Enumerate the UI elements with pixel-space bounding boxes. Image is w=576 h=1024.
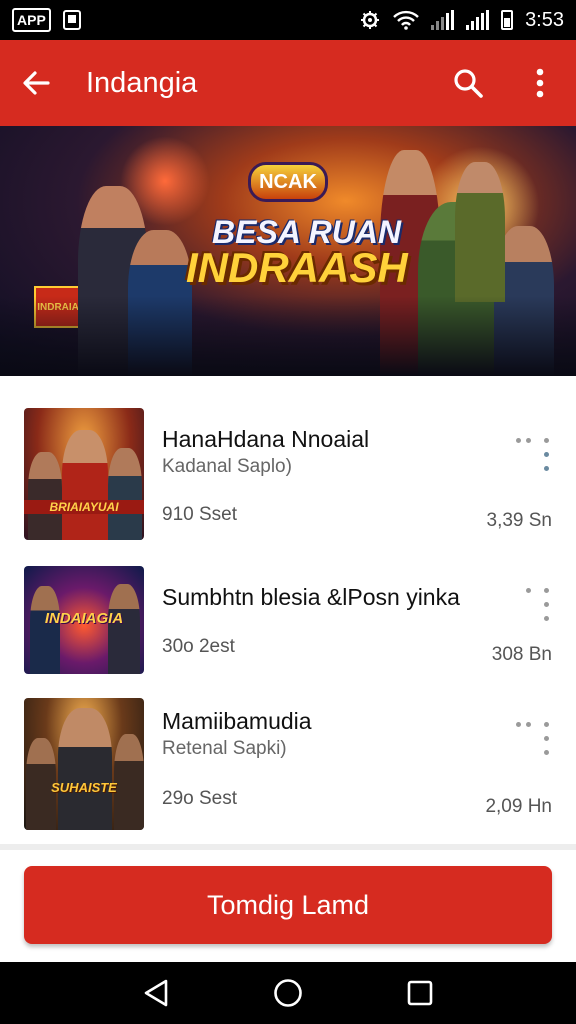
list-item[interactable]: BRIAIAYUAI HanaHdana Nnoaial Kadanal Sap… — [0, 386, 576, 540]
list-item[interactable]: SUHAISTE Mamiibamudia Retenal Sapki) 29o… — [0, 698, 576, 830]
app-badge-icon: APP — [12, 8, 51, 32]
more-vertical-icon — [536, 68, 544, 98]
search-button[interactable] — [432, 40, 504, 126]
game-list: BRIAIAYUAI HanaHdana Nnoaial Kadanal Sap… — [0, 386, 576, 844]
nav-recents-button[interactable] — [390, 962, 450, 1024]
signal-icon — [466, 10, 490, 30]
item-subtitle: Kadanal Saplo) — [162, 456, 292, 477]
list-item[interactable]: INDAIAGIA Sumbhtn blesia &lPosn yinka 30… — [0, 562, 576, 674]
item-title: Mamiibamudia — [162, 708, 312, 734]
wifi-icon — [393, 10, 419, 30]
page-title: Indangia — [86, 66, 198, 99]
back-button[interactable] — [0, 40, 72, 126]
item-more-button[interactable] — [514, 588, 554, 634]
signal-icon — [431, 10, 455, 30]
alarm-icon — [361, 11, 380, 29]
battery-icon — [501, 10, 514, 30]
item-size: 3,39 Sn — [486, 510, 553, 531]
nav-home-button[interactable] — [258, 962, 318, 1024]
recents-square-icon — [407, 980, 433, 1006]
system-nav-bar — [0, 962, 576, 1024]
item-thumbnail: INDAIAGIA — [24, 566, 144, 674]
nav-back-button[interactable] — [126, 962, 186, 1024]
thumbnail-label: SUHAISTE — [51, 780, 117, 795]
hero-character — [455, 162, 505, 302]
item-title: Sumbhtn blesia &lPosn yinka — [162, 584, 460, 610]
hero-badge: NCAK — [248, 162, 328, 202]
primary-action-button[interactable]: Tomdig Lamd — [24, 866, 552, 944]
item-meta: 29o Sest — [162, 788, 237, 809]
search-icon — [454, 69, 483, 98]
item-meta: 30o 2est — [162, 636, 235, 657]
app-bar: Indangia — [0, 40, 576, 126]
item-thumbnail: BRIAIAYUAI — [24, 408, 144, 540]
item-title: HanaHdana Nnoaial — [162, 426, 370, 452]
item-size: 2,09 Hn — [485, 796, 552, 817]
status-time: 3:53 — [525, 8, 564, 31]
item-more-button[interactable] — [514, 720, 554, 766]
overflow-menu-button[interactable] — [504, 40, 576, 126]
item-meta: 910 Sset — [162, 504, 237, 525]
arrow-left-icon — [23, 71, 50, 95]
thumbnail-label: INDAIAGIA — [44, 610, 124, 627]
item-more-button[interactable] — [514, 436, 554, 482]
download-icon — [62, 10, 81, 30]
home-circle-icon — [274, 979, 302, 1007]
item-thumbnail: SUHAISTE — [24, 698, 144, 830]
thumbnail-label: BRIAIAYUAI — [24, 500, 144, 514]
status-bar: APP 3:53 — [0, 0, 576, 40]
divider — [0, 844, 576, 850]
item-size: 308 Bn — [491, 644, 552, 665]
hero-title-line2: INDRAASH — [186, 244, 408, 291]
crowd — [0, 296, 576, 376]
hero-banner[interactable]: INDRAIASH NCAK BESA RUAN INDRAASH — [0, 126, 576, 376]
item-subtitle: Retenal Sapki) — [162, 738, 287, 759]
back-triangle-icon — [144, 979, 168, 1007]
